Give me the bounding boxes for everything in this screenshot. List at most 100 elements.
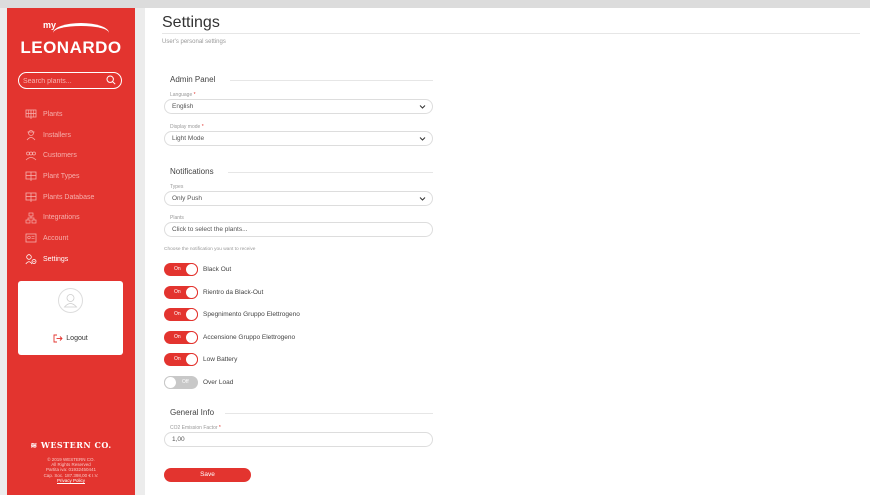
sidebar-item-label: Customers: [43, 152, 77, 160]
sidebar-nav: Plants Installers Customers Plant Types …: [7, 104, 135, 270]
toggle-state-label: On: [174, 355, 181, 362]
language-select[interactable]: English: [164, 99, 433, 114]
toggle-label: Rientro da Black-Out: [203, 288, 264, 296]
save-button[interactable]: Save: [164, 468, 251, 482]
sidebar-item-label: Installers: [43, 131, 72, 139]
brand-logo: ≋ WESTERN CO.: [7, 440, 135, 450]
sidebar-item-settings[interactable]: Settings: [7, 249, 135, 270]
toggle-label: Black Out: [203, 265, 232, 273]
toggle-low-battery[interactable]: On: [164, 352, 198, 366]
notification-hint: Choose the notification you want to rece…: [164, 247, 256, 252]
brand-text: WESTERN CO.: [40, 440, 112, 450]
section-admin-panel-title: Admin Panel: [170, 75, 216, 84]
language-label: Language *: [170, 92, 196, 98]
footer: © 2019 WESTERN CO. All Rights Reserved P…: [7, 457, 135, 483]
installer-icon: [25, 129, 37, 141]
page-title: Settings: [162, 14, 220, 31]
logout-button[interactable]: Logout: [18, 334, 123, 343]
sidebar-item-installers[interactable]: Installers: [7, 125, 135, 146]
types-value: Only Push: [172, 195, 202, 202]
toggle-knob: [185, 307, 198, 321]
chevron-down-icon: [419, 105, 426, 109]
avatar[interactable]: [58, 288, 83, 313]
toggle-state-label: Off: [182, 378, 189, 385]
integrations-icon: [25, 212, 37, 224]
sidebar-item-label: Plants Database: [43, 193, 95, 201]
toggle-state-label: On: [174, 265, 181, 272]
title-divider: [162, 33, 860, 34]
sidebar-item-label: Plants: [43, 110, 63, 118]
sidebar-item-plants[interactable]: Plants: [7, 104, 135, 125]
chevron-down-icon: [419, 197, 426, 201]
plants-multiselect[interactable]: Click to select the plants...: [164, 222, 433, 237]
top-bar: [0, 0, 870, 8]
section-divider: [230, 80, 433, 81]
sidebar-item-integrations[interactable]: Integrations: [7, 207, 135, 228]
customers-icon: [25, 150, 37, 162]
section-divider: [225, 413, 433, 414]
sidebar-item-label: Integrations: [43, 214, 80, 222]
toggle-knob: [185, 262, 198, 276]
section-general-info-title: General Info: [170, 408, 215, 417]
display-mode-select[interactable]: Light Mode: [164, 131, 433, 146]
toggle-label: Accensione Gruppo Elettrogeno: [203, 333, 296, 341]
toggle-row-rientro-black-out: On Rientro da Black-Out: [164, 285, 263, 299]
toggle-row-accensione: On Accensione Gruppo Elettrogeno: [164, 330, 295, 344]
logout-label: Logout: [66, 335, 88, 342]
types-label: Types: [170, 184, 184, 190]
user-card: Logout: [18, 281, 123, 355]
plants-label: Plants: [170, 215, 184, 221]
logo-text: LEONARDO: [20, 38, 122, 57]
search-icon[interactable]: [106, 75, 116, 85]
toggle-row-black-out: On Black Out: [164, 262, 231, 276]
solar-panel-icon: [25, 170, 37, 182]
sidebar-item-account[interactable]: Account: [7, 228, 135, 249]
toggle-state-label: On: [174, 310, 181, 317]
display-mode-label: Display mode *: [170, 124, 204, 130]
toggle-knob: [185, 330, 198, 344]
types-select[interactable]: Only Push: [164, 191, 433, 206]
sidebar-item-label: Plant Types: [43, 172, 80, 180]
main-content: Settings User's personal settings Admin …: [145, 8, 870, 495]
toggle-state-label: On: [174, 288, 181, 295]
co2-emission-input[interactable]: 1,00: [164, 432, 433, 447]
account-icon: [25, 232, 37, 244]
section-divider: [228, 172, 433, 173]
sidebar-item-label: Account: [43, 234, 69, 242]
sidebar-item-customers[interactable]: Customers: [7, 145, 135, 166]
toggle-label: Over Load: [203, 378, 234, 386]
sidebar-item-plants-database[interactable]: Plants Database: [7, 187, 135, 208]
user-icon: [63, 294, 78, 308]
toggle-knob: [185, 352, 198, 366]
language-value: English: [172, 103, 194, 110]
toggle-knob: [185, 285, 198, 299]
sidebar-item-plant-types[interactable]: Plant Types: [7, 166, 135, 187]
solar-panel-icon: [25, 108, 37, 120]
toggle-knob: [164, 375, 177, 389]
toggle-over-load[interactable]: Off: [164, 375, 198, 389]
co2-value: 1,00: [172, 436, 185, 443]
toggle-row-spegnimento: On Spegnimento Gruppo Elettrogeno: [164, 307, 300, 321]
plants-placeholder: Click to select the plants...: [172, 226, 248, 233]
toggle-row-over-load: Off Over Load: [164, 375, 233, 389]
toggle-accensione[interactable]: On: [164, 330, 198, 344]
search-input[interactable]: [23, 75, 103, 87]
brand-mark-icon: ≋: [30, 440, 38, 450]
search-box: [18, 72, 122, 89]
sidebar-item-label: Settings: [43, 255, 69, 263]
display-mode-value: Light Mode: [172, 135, 205, 142]
app-logo[interactable]: my LEONARDO: [7, 20, 135, 64]
toggle-spegnimento[interactable]: On: [164, 307, 198, 321]
toggle-state-label: On: [174, 333, 181, 340]
toggle-row-low-battery: On Low Battery: [164, 352, 237, 366]
settings-icon: [25, 253, 37, 265]
toggle-rientro-black-out[interactable]: On: [164, 285, 198, 299]
co2-label: CO2 Emission Factor *: [170, 425, 221, 431]
toggle-label: Spegnimento Gruppo Elettrogeno: [203, 310, 300, 318]
page-subtitle: User's personal settings: [162, 39, 226, 45]
privacy-policy-link[interactable]: Privacy Policy: [7, 478, 135, 483]
toggle-black-out[interactable]: On: [164, 262, 198, 276]
logout-icon: [53, 334, 63, 343]
solar-panel-icon: [25, 191, 37, 203]
sidebar: my LEONARDO Plants Installers Custom: [7, 8, 135, 495]
